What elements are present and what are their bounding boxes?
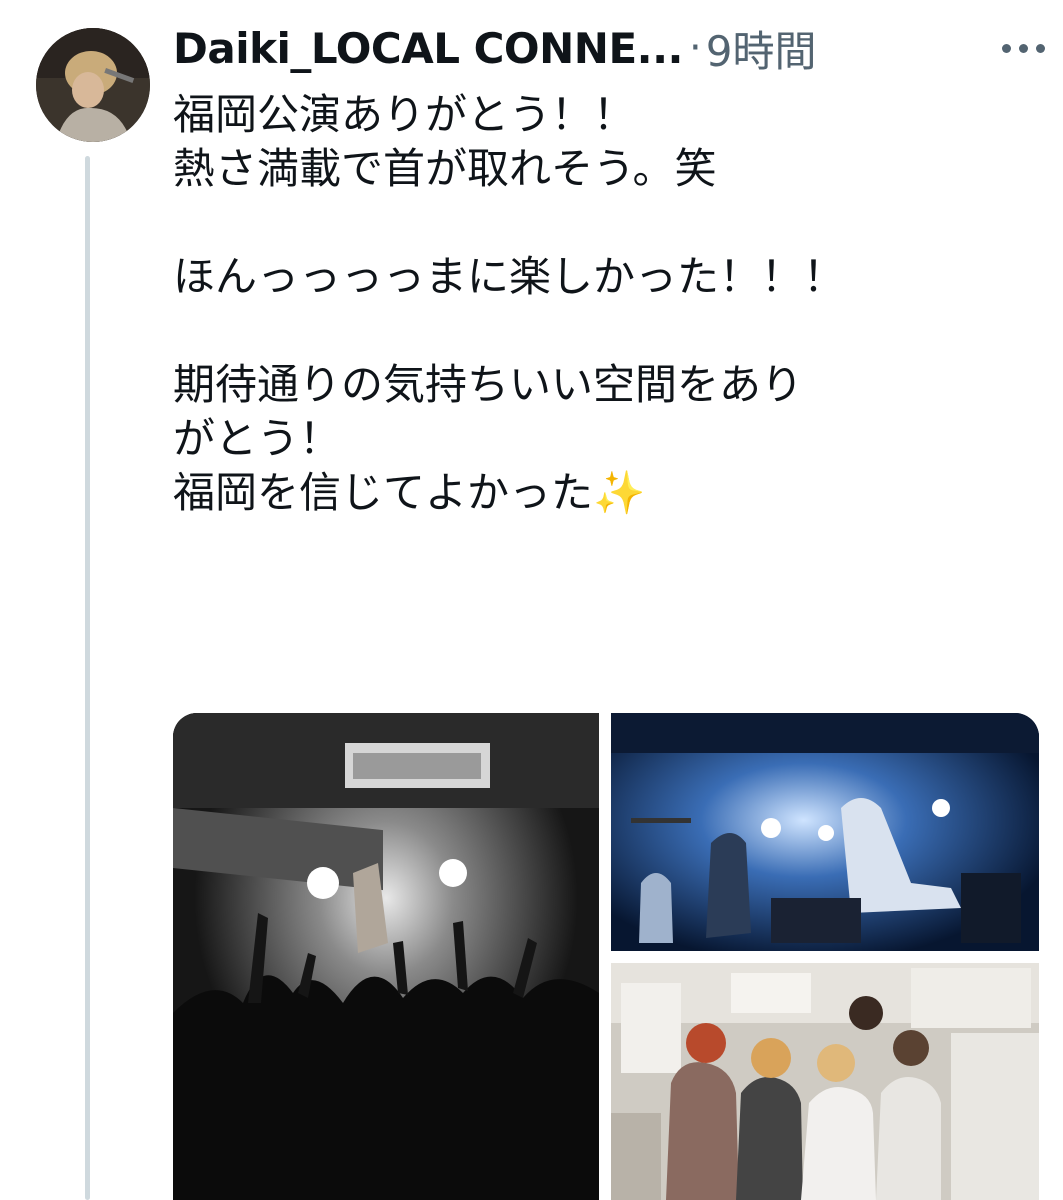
- more-options-icon[interactable]: [1002, 43, 1053, 53]
- separator-dot: ·: [689, 25, 702, 71]
- user-avatar-icon: [36, 28, 150, 142]
- tweet-timestamp[interactable]: 9時間: [706, 18, 817, 79]
- tweet-header: Daiki_LOCAL CONNE... · 9時間: [173, 18, 1053, 78]
- concert-crowd-photo: [173, 713, 599, 1200]
- band-group-backstage-photo: [611, 963, 1039, 1200]
- thread-connector-line: [85, 156, 90, 1200]
- photo-crowd[interactable]: [173, 713, 599, 1200]
- tweet-text-line: ほんっっっっまに楽しかった！！！: [173, 252, 846, 301]
- author-display-name[interactable]: Daiki_LOCAL CONNE...: [173, 24, 684, 73]
- tweet-text-line: 熱さ満載で首が取れそう。笑: [173, 144, 717, 193]
- photo-stage[interactable]: [611, 713, 1039, 951]
- tweet-media-grid: [173, 713, 1039, 1200]
- author-avatar[interactable]: [36, 28, 150, 142]
- tweet-text: 福岡公演ありがとう！！ 熱さ満載で首が取れそう。笑 ほんっっっっまに楽しかった！…: [173, 88, 1023, 520]
- tweet-text-line: [173, 304, 1023, 358]
- band-on-stage-photo: [611, 713, 1039, 951]
- tweet-text-line: がとう！: [173, 414, 342, 463]
- tweet-text-line: 福岡公演ありがとう！！: [173, 90, 636, 139]
- photo-group[interactable]: [611, 963, 1039, 1200]
- tweet-text-line: 期待通りの気持ちいい空間をあり: [173, 360, 804, 409]
- tweet-text-line: 福岡を信じてよかった✨: [173, 468, 646, 517]
- tweet-text-line: [173, 196, 1023, 250]
